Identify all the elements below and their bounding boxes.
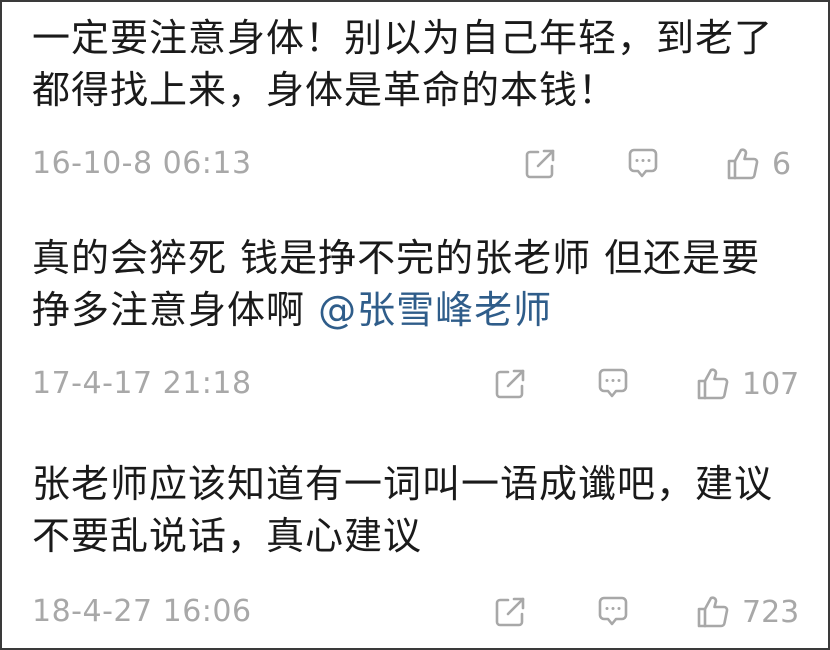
comment-button[interactable] xyxy=(594,590,632,634)
comment-line: 都得找上来，身体是革命的本钱！ xyxy=(32,68,618,112)
comment-meta: 16-10-8 06:13 6 xyxy=(32,142,812,186)
timestamp: 16-10-8 06:13 xyxy=(32,146,252,181)
comment-text: 真的会猝死 钱是挣不完的张老师 但还是要 挣多注意身体啊 @张雪峰老师 xyxy=(32,232,812,336)
comment-meta: 18-4-27 16:06 723 xyxy=(32,590,812,634)
thumbs-up-icon xyxy=(727,148,759,180)
comment-line: 一定要注意身体！别以为自己年轻，到老了 xyxy=(32,16,774,60)
comment-item: 真的会猝死 钱是挣不完的张老师 但还是要 挣多注意身体啊 @张雪峰老师 17-4… xyxy=(32,232,812,402)
comment-line: 不要乱说话，真心建议 xyxy=(32,514,423,558)
thumbs-up-icon xyxy=(697,368,729,400)
share-button[interactable] xyxy=(492,362,528,406)
comment-icon xyxy=(628,148,658,178)
comment-icon xyxy=(598,368,628,398)
share-icon xyxy=(495,597,525,627)
comment-line: 张老师应该知道有一词叫一语成谶吧，建议 xyxy=(32,462,774,506)
user-mention-link[interactable]: @张雪峰老师 xyxy=(318,288,552,332)
share-icon xyxy=(525,149,555,179)
comment-line: 挣多注意身体啊 xyxy=(32,288,319,332)
share-button[interactable] xyxy=(492,590,528,634)
like-button[interactable]: 723 xyxy=(694,590,799,634)
like-button[interactable]: 107 xyxy=(694,362,799,406)
comment-text: 张老师应该知道有一词叫一语成谶吧，建议 不要乱说话，真心建议 xyxy=(32,458,812,562)
timestamp: 18-4-27 16:06 xyxy=(32,594,252,629)
share-button[interactable] xyxy=(522,142,558,186)
like-button[interactable]: 6 xyxy=(724,142,791,186)
comment-text: 一定要注意身体！别以为自己年轻，到老了 都得找上来，身体是革命的本钱！ xyxy=(32,12,812,116)
comment-item: 张老师应该知道有一词叫一语成谶吧，建议 不要乱说话，真心建议 18-4-27 1… xyxy=(32,458,812,630)
comment-line: 真的会猝死 钱是挣不完的张老师 但还是要 xyxy=(32,236,761,280)
like-count: 723 xyxy=(742,594,800,630)
like-count: 107 xyxy=(742,366,800,402)
comment-list: 一定要注意身体！别以为自己年轻，到老了 都得找上来，身体是革命的本钱！ 16-1… xyxy=(0,0,830,650)
comment-item: 一定要注意身体！别以为自己年轻，到老了 都得找上来，身体是革命的本钱！ 16-1… xyxy=(32,12,812,182)
comment-button[interactable] xyxy=(624,142,662,186)
comment-icon xyxy=(598,596,628,626)
share-icon xyxy=(495,369,525,399)
comment-button[interactable] xyxy=(594,362,632,406)
comment-meta: 17-4-17 21:18 107 xyxy=(32,362,812,406)
timestamp: 17-4-17 21:18 xyxy=(32,366,252,401)
thumbs-up-icon xyxy=(697,596,729,628)
like-count: 6 xyxy=(772,146,792,182)
